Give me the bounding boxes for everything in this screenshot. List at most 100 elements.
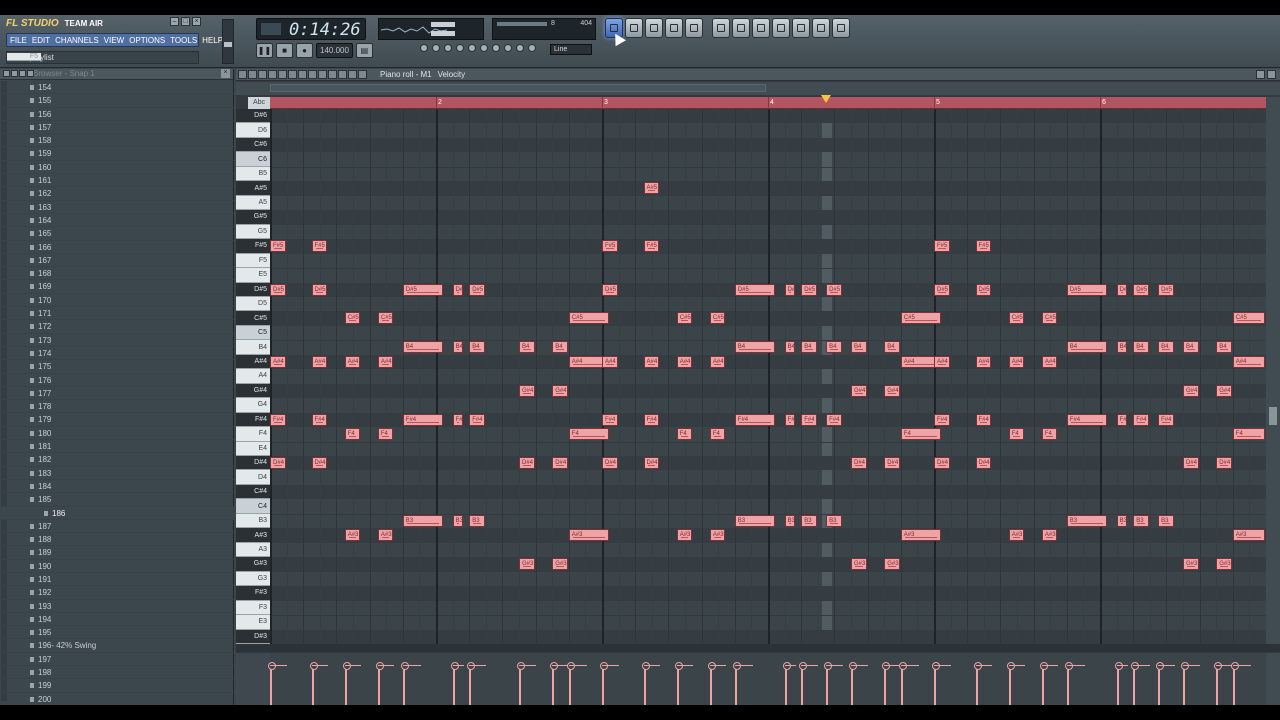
browser-item[interactable]: 160 [0, 161, 234, 175]
browser-item[interactable]: 185 [0, 493, 234, 507]
velocity-bar[interactable] [375, 662, 384, 705]
note[interactable]: A#4 [311, 355, 328, 368]
note[interactable]: A#3 [676, 529, 693, 542]
volume-handle[interactable] [224, 42, 232, 47]
browser-item[interactable]: 181 [0, 440, 234, 454]
note[interactable]: D#4 [643, 457, 660, 470]
note[interactable]: G#4 [1216, 384, 1232, 397]
note[interactable]: F#5 [975, 240, 992, 253]
piano-key[interactable]: G#3 [236, 557, 270, 572]
piano-key[interactable]: D#4 [236, 456, 270, 471]
note[interactable]: F#4 [643, 413, 660, 426]
note[interactable]: B4 [884, 341, 900, 354]
browser-item[interactable]: 179 [0, 413, 234, 427]
piano-key[interactable]: E4 [236, 441, 270, 457]
note[interactable]: F#4 [734, 413, 776, 426]
keyboard-icon[interactable] [358, 70, 367, 79]
note[interactable]: A#3 [1008, 529, 1025, 542]
horizontal-scrollbar[interactable] [236, 82, 1280, 95]
note[interactable]: F#4 [311, 413, 328, 426]
note[interactable]: A#3 [709, 529, 726, 542]
browser-item[interactable]: 183 [0, 467, 234, 480]
note[interactable]: B3 [452, 514, 464, 527]
browser-item[interactable]: 165 [0, 227, 234, 241]
note[interactable]: B4 [1158, 341, 1174, 354]
velocity-bar[interactable] [782, 662, 791, 705]
render-button[interactable] [752, 18, 770, 38]
piano-key[interactable]: F3 [236, 600, 270, 616]
menu-options[interactable]: OPTIONS [129, 36, 165, 45]
browser-item[interactable]: 167 [0, 254, 234, 268]
master-volume-slider[interactable] [222, 19, 234, 64]
piano-key[interactable]: G4 [236, 398, 270, 413]
menu-file[interactable]: FILE [10, 36, 27, 45]
note[interactable]: D#5 [1158, 283, 1174, 296]
note[interactable]: F#4 [270, 413, 286, 426]
slice-icon[interactable] [288, 70, 297, 79]
velocity-bar[interactable] [973, 662, 982, 705]
info-button[interactable] [812, 18, 830, 38]
note[interactable]: B3 [801, 514, 817, 527]
piano-key[interactable]: G#4 [236, 383, 270, 399]
note[interactable]: F4 [344, 428, 361, 441]
piano-key[interactable]: F4 [236, 427, 270, 442]
note[interactable]: F#4 [452, 413, 464, 426]
record-button[interactable]: ● [296, 43, 313, 58]
velocity-bar[interactable] [932, 662, 940, 705]
browser-item[interactable]: 155 [0, 94, 234, 108]
speaker-icon[interactable] [338, 70, 347, 79]
minimize-button[interactable]: – [170, 17, 179, 26]
piano-key[interactable]: C#5 [236, 311, 270, 326]
note[interactable]: A#4 [344, 355, 361, 368]
note[interactable]: G#4 [884, 384, 900, 397]
piano-key[interactable]: B5 [236, 166, 270, 182]
note[interactable]: A#4 [270, 355, 286, 368]
piano-key[interactable]: A#5 [236, 181, 270, 196]
online-toggle[interactable] [528, 44, 536, 52]
note[interactable]: G#4 [552, 384, 568, 397]
velocity-bar[interactable] [467, 662, 476, 705]
note[interactable]: A#4 [1232, 355, 1265, 368]
note[interactable]: B4 [1133, 341, 1149, 354]
piano-key[interactable]: G#5 [236, 210, 270, 225]
snap-selector[interactable]: Line [550, 44, 592, 55]
browser-item[interactable]: 162 [0, 187, 234, 201]
save-button[interactable] [732, 18, 750, 38]
piano-key[interactable]: B3 [236, 513, 270, 529]
note[interactable]: B4 [469, 341, 485, 354]
note[interactable]: B4 [1183, 341, 1199, 354]
note[interactable]: D#5 [452, 283, 464, 296]
note[interactable]: D#4 [851, 457, 867, 470]
event-divider[interactable] [236, 644, 1280, 652]
velocity-bar[interactable] [1214, 662, 1223, 705]
scroll-toggle[interactable] [504, 44, 512, 52]
note[interactable]: C#5 [900, 312, 942, 325]
browser-item[interactable]: 198 [0, 666, 234, 680]
note[interactable]: F4 [377, 428, 394, 441]
browser-item[interactable]: 170 [0, 294, 234, 308]
note[interactable]: B4 [801, 341, 817, 354]
note[interactable]: D#5 [975, 283, 992, 296]
piano-key[interactable]: A#4 [236, 354, 270, 370]
menu-help[interactable]: HELP [202, 36, 223, 45]
piano-key[interactable]: E3 [236, 615, 270, 630]
browser-item[interactable]: 187 [0, 520, 234, 534]
piano-key[interactable]: C5 [236, 325, 270, 341]
note[interactable]: F4 [1041, 428, 1058, 441]
piano-key[interactable]: D5 [236, 296, 270, 312]
browser-item[interactable]: 193 [0, 600, 234, 613]
note[interactable]: F#4 [826, 413, 842, 426]
note[interactable]: C#5 [568, 312, 610, 325]
browser-item[interactable]: 197 [0, 653, 234, 667]
velocity-bar[interactable] [1064, 662, 1073, 705]
note[interactable]: B3 [734, 514, 776, 527]
pencil-icon[interactable] [248, 70, 257, 79]
note[interactable]: B4 [402, 341, 444, 354]
note[interactable]: F4 [1008, 428, 1025, 441]
left-arrow-icon[interactable] [11, 70, 18, 77]
note[interactable]: D#4 [975, 457, 992, 470]
note[interactable]: F#4 [402, 413, 444, 426]
help-button[interactable] [832, 18, 850, 38]
browser-item[interactable]: 182 [0, 453, 234, 467]
vertical-scrollbar[interactable] [1266, 97, 1280, 644]
